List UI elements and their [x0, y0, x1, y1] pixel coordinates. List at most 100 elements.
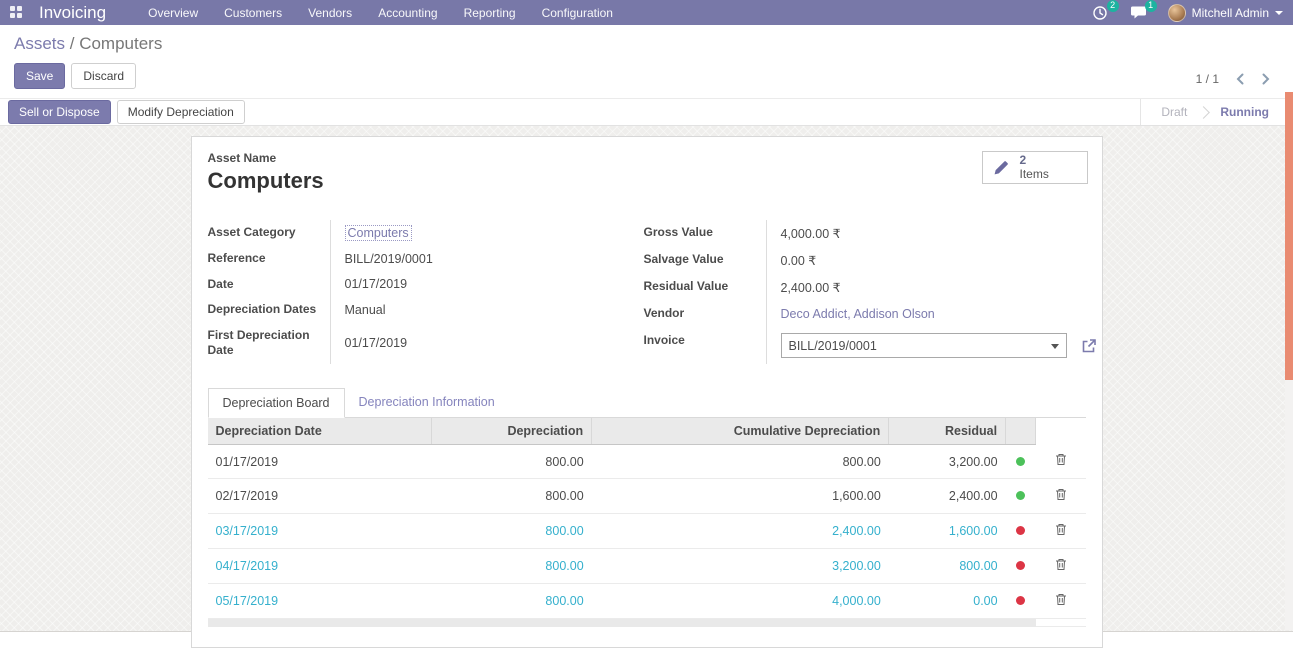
date-value[interactable]: 01/17/2019	[330, 272, 632, 298]
nav-item-configuration[interactable]: Configuration	[542, 6, 613, 20]
cell-date[interactable]: 03/17/2019	[208, 514, 432, 549]
nav-item-overview[interactable]: Overview	[148, 6, 198, 20]
table-header-row: Depreciation Date Depreciation Cumulativ…	[208, 418, 1086, 445]
residual-value-label: Residual Value	[644, 274, 766, 301]
cell-depreciation[interactable]: 800.00	[432, 444, 592, 479]
posted-status-dot	[1016, 491, 1025, 500]
delete-row-icon[interactable]	[1055, 523, 1067, 536]
nav-item-vendors[interactable]: Vendors	[308, 6, 352, 20]
cell-depreciation[interactable]: 800.00	[432, 479, 592, 514]
cell-depreciation[interactable]: 800.00	[432, 584, 592, 619]
table-row[interactable]: 02/17/2019 800.00 1,600.00 2,400.00	[208, 479, 1086, 514]
apps-grid-square	[10, 6, 15, 11]
gross-value-label: Gross Value	[644, 220, 766, 247]
apps-grid-square	[17, 6, 22, 11]
delete-row-icon[interactable]	[1055, 558, 1067, 571]
cell-cumulative[interactable]: 1,600.00	[592, 479, 889, 514]
fields-right-column: Gross Value 4,000.00 ₹ Salvage Value 0.0…	[644, 220, 1086, 364]
sell-or-dispose-button[interactable]: Sell or Dispose	[8, 100, 111, 124]
posted-status-dot	[1016, 457, 1025, 466]
delete-row-icon[interactable]	[1055, 593, 1067, 606]
salvage-value-value[interactable]: 0.00 ₹	[766, 247, 1097, 274]
nav-right: 2 1 Mitchell Admin	[1092, 4, 1283, 22]
cell-residual[interactable]: 800.00	[889, 549, 1006, 584]
gross-value-value[interactable]: 4,000.00 ₹	[766, 220, 1097, 247]
discard-button[interactable]: Discard	[71, 63, 136, 89]
table-row[interactable]: 03/17/2019 800.00 2,400.00 1,600.00	[208, 514, 1086, 549]
asset-category-label: Asset Category	[208, 220, 330, 246]
user-menu[interactable]: Mitchell Admin	[1168, 4, 1283, 22]
cell-cumulative[interactable]: 800.00	[592, 444, 889, 479]
table-row[interactable]: 01/17/2019 800.00 800.00 3,200.00	[208, 444, 1086, 479]
scrollbar-thumb[interactable]	[1285, 92, 1293, 380]
nav-item-customers[interactable]: Customers	[224, 6, 282, 20]
cell-date[interactable]: 05/17/2019	[208, 584, 432, 619]
residual-value-value[interactable]: 2,400.00 ₹	[766, 274, 1097, 301]
cell-cumulative[interactable]: 4,000.00	[592, 584, 889, 619]
asset-name[interactable]: Computers	[208, 168, 1086, 194]
top-navbar: Invoicing Overview Customers Vendors Acc…	[0, 0, 1293, 25]
cell-residual[interactable]: 2,400.00	[889, 479, 1006, 514]
column-depreciation-date[interactable]: Depreciation Date	[208, 418, 432, 445]
cell-cumulative[interactable]: 3,200.00	[592, 549, 889, 584]
cell-depreciation[interactable]: 800.00	[432, 514, 592, 549]
breadcrumb-assets-link[interactable]: Assets	[14, 34, 65, 53]
pencil-icon	[993, 159, 1010, 176]
first-depreciation-date-value[interactable]: 01/17/2019	[330, 323, 632, 364]
apps-grid-square	[17, 13, 22, 18]
breadcrumb-current: Computers	[79, 34, 162, 53]
cell-residual[interactable]: 1,600.00	[889, 514, 1006, 549]
cell-depreciation[interactable]: 800.00	[432, 549, 592, 584]
cell-date[interactable]: 02/17/2019	[208, 479, 432, 514]
depreciation-dates-value[interactable]: Manual	[330, 297, 632, 323]
status-step-running[interactable]: Running	[1204, 105, 1285, 119]
first-depreciation-date-label: First Depreciation Date	[208, 323, 330, 364]
nav-item-accounting[interactable]: Accounting	[378, 6, 437, 20]
table-row[interactable]: 04/17/2019 800.00 3,200.00 800.00	[208, 549, 1086, 584]
status-steps: Draft Running	[1140, 99, 1285, 125]
tab-depreciation-information[interactable]: Depreciation Information	[345, 388, 509, 417]
invoice-select[interactable]: BILL/2019/0001	[781, 333, 1067, 358]
external-link-icon[interactable]	[1081, 338, 1097, 354]
avatar	[1168, 4, 1186, 22]
table-row[interactable]: 05/17/2019 800.00 4,000.00 0.00	[208, 584, 1086, 619]
items-stat-button[interactable]: 2 Items	[982, 151, 1088, 184]
pager-previous-icon[interactable]	[1235, 73, 1245, 85]
cell-cumulative[interactable]: 2,400.00	[592, 514, 889, 549]
delete-row-icon[interactable]	[1055, 488, 1067, 501]
vendor-label: Vendor	[644, 301, 766, 328]
nav-item-reporting[interactable]: Reporting	[464, 6, 516, 20]
column-depreciation[interactable]: Depreciation	[432, 418, 592, 445]
column-residual[interactable]: Residual	[889, 418, 1006, 445]
column-cumulative-depreciation[interactable]: Cumulative Depreciation	[592, 418, 889, 445]
apps-grid-square	[10, 13, 15, 18]
breadcrumb: Assets / Computers	[14, 34, 1279, 54]
activities-button[interactable]: 2	[1092, 5, 1110, 21]
items-label: Items	[1020, 168, 1049, 182]
reference-value[interactable]: BILL/2019/0001	[330, 246, 632, 272]
content-area: 2 Items Asset Name Computers Asset Categ…	[0, 126, 1293, 632]
delete-row-icon[interactable]	[1055, 453, 1067, 466]
tab-depreciation-board[interactable]: Depreciation Board	[208, 388, 345, 418]
cell-residual[interactable]: 3,200.00	[889, 444, 1006, 479]
tabs: Depreciation Board Depreciation Informat…	[208, 388, 1086, 418]
notebook: Depreciation Board Depreciation Informat…	[208, 388, 1086, 628]
activity-badge: 2	[1107, 0, 1119, 12]
items-stat-text: 2 Items	[1020, 154, 1049, 182]
modify-depreciation-button[interactable]: Modify Depreciation	[117, 100, 245, 124]
items-count: 2	[1020, 154, 1027, 168]
status-step-draft[interactable]: Draft	[1145, 105, 1203, 119]
select-caret-icon	[1051, 344, 1059, 349]
app-name[interactable]: Invoicing	[39, 3, 106, 23]
unposted-status-dot	[1016, 596, 1025, 605]
cell-date[interactable]: 01/17/2019	[208, 444, 432, 479]
pager-next-icon[interactable]	[1261, 73, 1271, 85]
cell-date[interactable]: 04/17/2019	[208, 549, 432, 584]
save-button[interactable]: Save	[14, 63, 65, 89]
cell-residual[interactable]: 0.00	[889, 584, 1006, 619]
asset-category-value[interactable]: Computers	[345, 225, 412, 241]
scrollbar-track[interactable]	[1285, 92, 1293, 630]
apps-menu-icon[interactable]	[10, 6, 23, 19]
vendor-value[interactable]: Deco Addict, Addison Olson	[781, 307, 935, 321]
messages-button[interactable]: 1	[1130, 5, 1148, 21]
